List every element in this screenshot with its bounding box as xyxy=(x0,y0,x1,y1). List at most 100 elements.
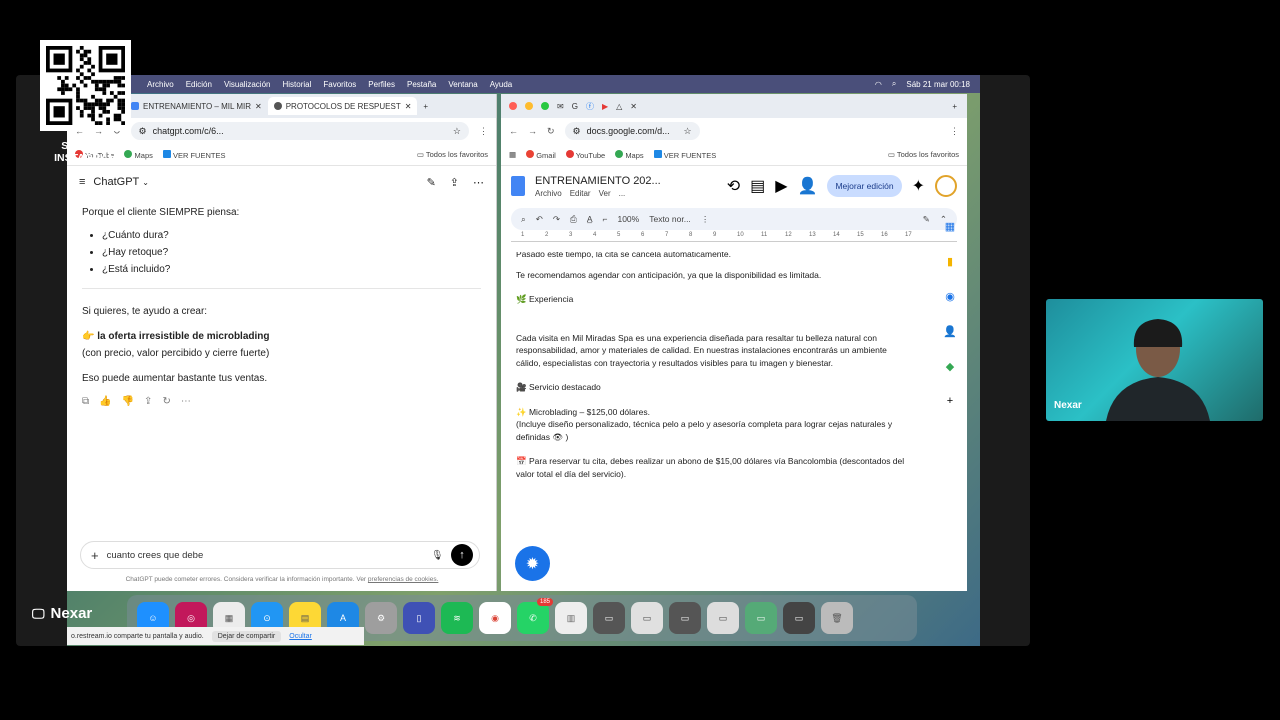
menu-perfiles[interactable]: Perfiles xyxy=(368,80,395,89)
calendar-icon[interactable]: ▦ xyxy=(945,220,955,233)
stop-sharing-button[interactable]: Dejar de compartir xyxy=(211,630,282,642)
paint-format-icon[interactable]: ⌐ xyxy=(603,214,608,224)
model-selector[interactable]: ChatGPT xyxy=(93,176,139,188)
url-field[interactable]: ⚙ docs.google.com/d... ☆ xyxy=(564,122,700,140)
star-icon[interactable]: ☆ xyxy=(683,126,691,137)
edit-icon[interactable]: ✎ xyxy=(427,176,436,189)
menu-visualizacion[interactable]: Visualización xyxy=(224,80,271,89)
facebook-tab-icon[interactable]: ⓕ xyxy=(586,101,594,112)
star-icon[interactable]: ☆ xyxy=(453,126,461,137)
more-icon[interactable]: ⋮ xyxy=(701,214,710,225)
cookie-prefs-link[interactable]: preferencias de cookies. xyxy=(368,576,438,583)
chrome-icon[interactable]: ◉ xyxy=(479,602,511,634)
menu-pestana[interactable]: Pestaña xyxy=(407,80,436,89)
site-settings-icon[interactable]: ⚙ xyxy=(573,126,581,137)
whatsapp-icon[interactable]: ✆ 185 xyxy=(517,598,553,634)
document-icon[interactable]: ▥ xyxy=(555,602,587,634)
menu-edicion[interactable]: Edición xyxy=(186,80,212,89)
tab-entrenamiento[interactable]: ENTRENAMIENTO – MIL MIR ✕ xyxy=(125,97,268,115)
comments-icon[interactable]: ▤ xyxy=(750,176,765,196)
reload-icon[interactable]: ↻ xyxy=(547,126,555,137)
back-icon[interactable]: ← xyxy=(509,126,518,136)
close-icon[interactable]: ✕ xyxy=(255,102,262,111)
window-thumb-icon[interactable]: ▭ xyxy=(669,602,701,634)
plus-icon[interactable]: + xyxy=(91,548,99,563)
regenerate-icon[interactable]: ↻ xyxy=(162,393,170,410)
bookmark-ver-fuentes[interactable]: VER FUENTES xyxy=(162,149,225,160)
bookmark-maps[interactable]: Maps xyxy=(615,149,644,160)
close-icon[interactable]: ✕ xyxy=(630,102,637,111)
mic-icon[interactable]: 🎙 xyxy=(431,550,443,561)
add-person-icon[interactable]: 👤 xyxy=(798,176,818,196)
spotify-icon[interactable]: ≋ xyxy=(441,602,473,634)
menu-ventana[interactable]: Ventana xyxy=(448,80,477,89)
print-icon[interactable]: ⎙ xyxy=(570,214,577,225)
redo-icon[interactable]: ↷ xyxy=(553,214,560,225)
extensions-icon[interactable]: ⋮ xyxy=(479,126,488,137)
drive-tab-icon[interactable]: △ xyxy=(616,102,622,111)
zoom-window-button[interactable] xyxy=(541,102,549,110)
gmail-tab-icon[interactable]: ✉ xyxy=(557,102,564,111)
search-icon[interactable]: ⌕ xyxy=(892,79,896,89)
undo-icon[interactable]: ↶ xyxy=(536,214,543,225)
keep-icon[interactable]: ▮ xyxy=(947,255,953,268)
search-icon[interactable]: ⌕ xyxy=(521,214,526,225)
more-icon[interactable]: ⋯ xyxy=(181,393,191,410)
window-thumb-icon[interactable]: ▭ xyxy=(707,602,739,634)
tab-protocolos[interactable]: PROTOCOLOS DE RESPUEST ✕ xyxy=(267,97,418,115)
clock[interactable]: Sáb 21 mar 00:18 xyxy=(906,80,970,89)
new-tab-icon[interactable]: + xyxy=(952,102,957,111)
url-field[interactable]: ⚙ chatgpt.com/c/6... ☆ xyxy=(130,122,469,140)
all-bookmarks[interactable]: ▭ Todos los favoritos xyxy=(417,150,488,159)
all-bookmarks[interactable]: ▭ Todos los favoritos xyxy=(888,150,959,159)
forward-icon[interactable]: → xyxy=(528,126,537,136)
thumbs-down-icon[interactable]: 👎 xyxy=(122,393,134,410)
minimize-window-button[interactable] xyxy=(525,102,533,110)
iphone-mirroring-icon[interactable]: ▯ xyxy=(403,602,435,634)
doc-menu-editar[interactable]: Editar xyxy=(570,189,591,198)
mejorar-edicion-button[interactable]: Mejorar edición xyxy=(827,175,902,197)
style-select[interactable]: Texto nor... xyxy=(649,214,691,224)
close-icon[interactable]: ✕ xyxy=(405,102,412,111)
new-tab-icon[interactable]: + xyxy=(423,102,428,111)
chevron-down-icon[interactable]: ⌄ xyxy=(142,178,149,187)
share-icon[interactable]: ⇪ xyxy=(144,393,152,410)
menu-historial[interactable]: Historial xyxy=(282,80,311,89)
prompt-input[interactable]: cuanto crees que debe xyxy=(107,550,423,561)
doc-menu-ver[interactable]: Ver xyxy=(599,189,611,198)
bookmark-ver-fuentes[interactable]: VER FUENTES xyxy=(653,149,716,160)
meet-icon[interactable]: ▶ xyxy=(775,176,787,196)
history-icon[interactable]: ⟲ xyxy=(727,176,740,196)
zoom-select[interactable]: 100% xyxy=(617,214,639,224)
hide-button[interactable]: Ocultar xyxy=(289,633,312,640)
sidebar-toggle-icon[interactable]: ≡ xyxy=(79,176,85,188)
close-window-button[interactable] xyxy=(509,102,517,110)
window-thumb-icon[interactable]: ▭ xyxy=(783,602,815,634)
maps-icon[interactable]: ◆ xyxy=(946,360,954,373)
add-addon-icon[interactable]: + xyxy=(947,395,953,407)
gemini-icon[interactable]: ✦ xyxy=(912,176,925,196)
window-thumb-icon[interactable]: ▭ xyxy=(745,602,777,634)
site-settings-icon[interactable]: ⚙ xyxy=(139,126,147,137)
bookmark-gmail[interactable]: Gmail xyxy=(526,149,556,160)
avatar[interactable] xyxy=(935,175,957,197)
bookmark-youtube[interactable]: YouTube xyxy=(565,149,605,160)
settings-icon[interactable]: ⚙ xyxy=(365,602,397,634)
window-thumb-icon[interactable]: ▭ xyxy=(631,602,663,634)
doc-menu-more[interactable]: ... xyxy=(619,189,626,198)
youtube-tab-icon[interactable]: ▶ xyxy=(602,102,608,111)
send-button[interactable]: ↑ xyxy=(451,544,473,566)
more-icon[interactable]: ⋯ xyxy=(473,176,484,189)
doc-menu-archivo[interactable]: Archivo xyxy=(535,189,562,198)
menu-ayuda[interactable]: Ayuda xyxy=(490,80,513,89)
share-icon[interactable]: ⇪ xyxy=(450,176,459,189)
extensions-icon[interactable]: ⋮ xyxy=(950,126,959,137)
assistant-fab[interactable]: ✹ xyxy=(515,546,550,581)
menu-favoritos[interactable]: Favoritos xyxy=(323,80,356,89)
spellcheck-icon[interactable]: A̲ xyxy=(587,214,593,224)
docs-logo-icon[interactable] xyxy=(511,176,525,196)
doc-title[interactable]: ENTRENAMIENTO 202... xyxy=(535,175,661,187)
contacts-icon[interactable]: 👤 xyxy=(943,325,957,338)
apps-icon[interactable]: ▦ xyxy=(509,150,516,159)
tasks-icon[interactable]: ◉ xyxy=(945,290,955,303)
